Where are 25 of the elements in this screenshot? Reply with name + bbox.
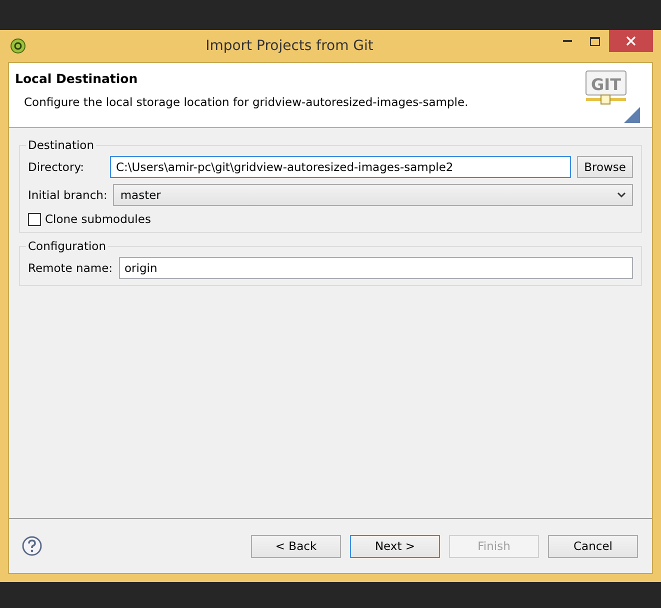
field-label: Initial branch:	[28, 188, 108, 202]
wizard-button[interactable]: < Back	[251, 534, 341, 558]
branch-dropdown[interactable]: master	[113, 184, 633, 206]
checkbox-label: Clone submodules	[45, 212, 151, 226]
help-icon[interactable]	[22, 536, 42, 556]
checkbox[interactable]	[28, 212, 41, 226]
wizard-button[interactable]: Cancel	[548, 534, 638, 558]
close-button[interactable]	[609, 30, 653, 52]
wizard-button[interactable]: Next >	[350, 534, 440, 558]
remote-name-field[interactable]: origin	[118, 257, 633, 279]
browse-button[interactable]: Browse	[577, 156, 633, 178]
minimize-icon[interactable]	[562, 40, 572, 42]
group-title: Destination	[27, 138, 95, 152]
chevron-down-icon	[617, 192, 626, 198]
maximize-icon[interactable]	[590, 36, 600, 46]
git-banner-drawing: GIT	[584, 65, 642, 125]
directory-field[interactable]: C:\Users\amir-pc\git\gridview-autoresized-images-sample2	[110, 156, 572, 178]
field-label: Directory:	[28, 160, 86, 174]
field-label: Remote name:	[28, 261, 113, 275]
window-title: Import Projects from Git	[204, 38, 374, 54]
app-icon	[10, 38, 26, 54]
close-icon	[626, 36, 636, 46]
page-description: Configure the local storage location for gridview-autoresized-images-sample.	[23, 95, 470, 109]
group-title: Configuration	[27, 239, 107, 253]
page-title: Local Destination	[15, 71, 139, 86]
